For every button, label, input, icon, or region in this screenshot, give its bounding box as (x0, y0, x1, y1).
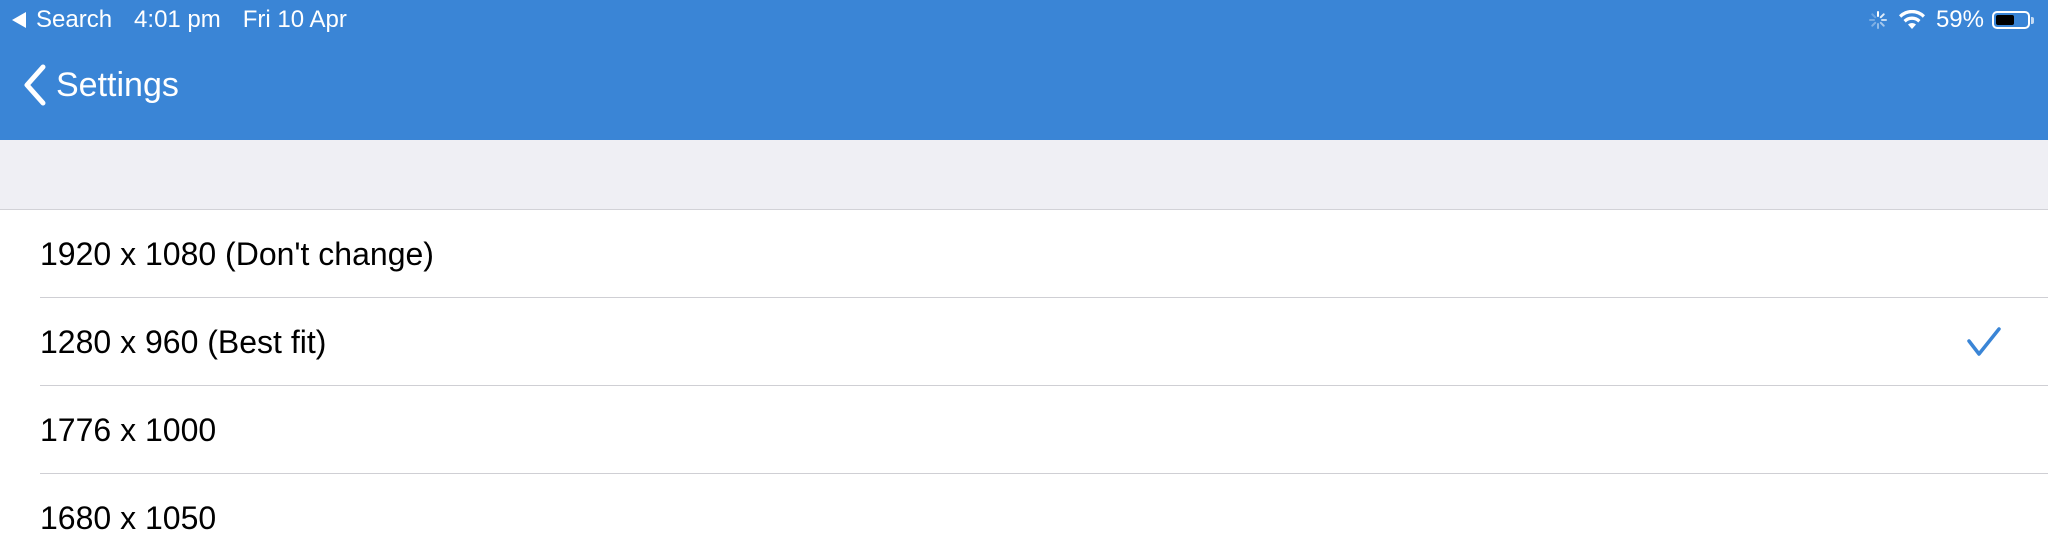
list-item[interactable]: 1920 x 1080 (Don't change) (0, 210, 2048, 298)
chevron-left-icon (22, 63, 48, 107)
section-header-spacer (0, 140, 2048, 210)
list-item-label: 1776 x 1000 (40, 411, 217, 448)
back-triangle-icon (12, 12, 26, 28)
list-item[interactable]: 1680 x 1050 (0, 474, 2048, 558)
status-right: 59% (1868, 0, 2034, 40)
status-time: 4:01 pm (134, 6, 221, 33)
status-date: Fri 10 Apr (242, 6, 347, 33)
checkmark-icon (1966, 326, 2002, 358)
battery-icon (1992, 11, 2034, 29)
activity-spinner-icon (1868, 10, 1888, 30)
battery-fill (1996, 15, 2014, 25)
back-button[interactable]: Settings (22, 62, 179, 108)
wifi-icon (1898, 10, 1926, 30)
list-item[interactable]: 1776 x 1000 (0, 386, 2048, 474)
battery-cap (2031, 16, 2034, 24)
battery-percent: 59% (1935, 6, 1984, 33)
status-back-link[interactable]: Search (12, 0, 134, 40)
header: Search 4:01 pm Fri 10 Apr 59% Settings (0, 0, 2048, 140)
back-button-label: Settings (56, 65, 179, 104)
battery-body (1992, 11, 2030, 29)
status-back-label: Search (36, 6, 113, 33)
nav-bar: Settings (0, 40, 2048, 140)
status-left: Search 4:01 pm Fri 10 Apr (12, 0, 347, 40)
list-item-label: 1920 x 1080 (Don't change) (40, 235, 434, 272)
list-item[interactable]: 1280 x 960 (Best fit) (0, 298, 2048, 386)
resolution-list: 1920 x 1080 (Don't change) 1280 x 960 (B… (0, 210, 2048, 558)
status-bar: Search 4:01 pm Fri 10 Apr 59% (0, 0, 2048, 40)
app-window: Search 4:01 pm Fri 10 Apr 59% Settings 1… (0, 0, 2048, 558)
list-item-label: 1280 x 960 (Best fit) (40, 323, 327, 360)
list-item-label: 1680 x 1050 (40, 499, 217, 536)
